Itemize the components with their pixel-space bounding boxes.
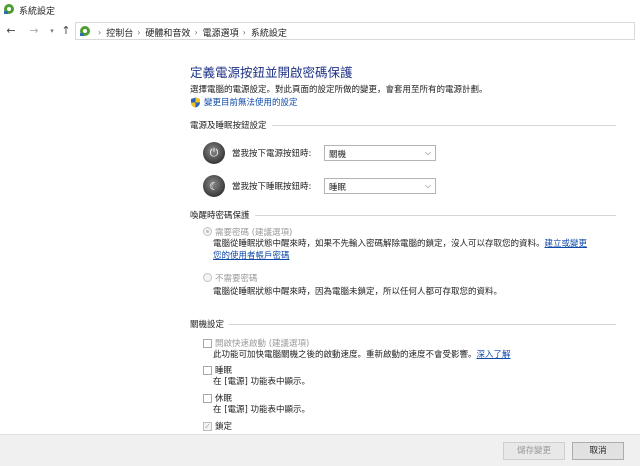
window-title: 系統設定 <box>19 7 56 17</box>
control-panel-icon <box>4 4 14 14</box>
navigation-bar: ← → ▾ ↑ › 控制台 › 硬體和音效 › 電源選項 › 系統設定 <box>0 20 640 44</box>
sleep-menu-checkbox[interactable] <box>203 365 212 375</box>
create-change-password-link[interactable]: 建立或變更 <box>545 239 588 249</box>
up-arrow-icon[interactable]: ↑ <box>60 25 72 37</box>
title-bar: 系統設定 <box>0 0 640 20</box>
require-password-option[interactable]: 需要密碼 (建議選項) <box>203 226 292 238</box>
power-button-select[interactable]: 關機 ⌵ <box>324 145 436 161</box>
breadcrumb-system-settings[interactable]: 系統設定 <box>251 26 287 39</box>
power-button-label: 當我按下電源按鈕時: <box>232 149 312 159</box>
admin-settings-link[interactable]: 變更目前無法使用的設定 <box>190 96 298 108</box>
lock-menu-option[interactable]: ✓ 鎖定 <box>203 420 232 432</box>
shutdown-group-header: 關機設定 <box>190 318 616 330</box>
no-password-description: 電腦從睡眠狀態中醒來時，因為電腦未鎖定，所以任何人都可存取您的資料。 <box>213 287 503 297</box>
divider <box>254 214 616 216</box>
address-bar[interactable]: › 控制台 › 硬體和音效 › 電源選項 › 系統設定 <box>75 22 635 40</box>
no-password-label: 不需要密碼 <box>215 274 258 284</box>
fast-startup-description-text: 此功能可加快電腦關機之後的啟動速度。重新啟動的速度不會受影響。 <box>213 350 477 360</box>
chevron-right-icon[interactable]: › <box>243 28 246 37</box>
breadcrumb: › 控制台 › 硬體和音效 › 電源選項 › 系統設定 <box>94 26 287 39</box>
recent-locations-chevron-icon[interactable]: ▾ <box>46 25 58 37</box>
lock-menu-checkbox[interactable]: ✓ <box>203 421 212 431</box>
page-title: 定義電源按鈕並開啟密碼保護 <box>190 65 353 80</box>
admin-settings-link-text[interactable]: 變更目前無法使用的設定 <box>204 96 298 108</box>
sleep-menu-label: 睡眠 <box>215 366 233 376</box>
hibernate-menu-checkbox[interactable] <box>203 393 212 403</box>
control-panel-icon <box>80 26 90 36</box>
require-password-radio[interactable] <box>203 227 212 236</box>
breadcrumb-hardware-sound[interactable]: 硬體和音效 <box>145 26 190 39</box>
sleep-button-row: ☾ 當我按下睡眠按鈕時: 睡眠 ⌵ <box>203 175 436 197</box>
sleep-menu-description: 在 [電源] 功能表中顯示。 <box>213 377 311 387</box>
fast-startup-option[interactable]: 開啟快速啟動 (建議選項) <box>203 337 309 349</box>
divider <box>271 124 616 126</box>
divider <box>229 323 616 325</box>
require-password-description-link-line: 您的使用者帳戶密碼 <box>213 250 290 262</box>
user-account-password-link[interactable]: 您的使用者帳戶密碼 <box>213 251 290 261</box>
require-password-label: 需要密碼 (建議選項) <box>215 228 293 238</box>
hibernate-menu-option[interactable]: 休眠 <box>203 392 232 404</box>
forward-arrow-icon[interactable]: → <box>28 25 40 37</box>
hibernate-menu-description: 在 [電源] 功能表中顯示。 <box>213 405 311 415</box>
wake-password-group-header: 喚醒時密碼保護 <box>190 209 616 221</box>
save-changes-button[interactable]: 儲存變更 <box>503 442 565 460</box>
sleep-button-select[interactable]: 睡眠 ⌵ <box>324 178 436 194</box>
wake-password-group-title: 喚醒時密碼保護 <box>190 211 250 221</box>
chevron-right-icon[interactable]: › <box>194 28 197 37</box>
breadcrumb-power-options[interactable]: 電源選項 <box>203 26 239 39</box>
power-icon: ⏻ <box>203 142 225 164</box>
back-arrow-icon[interactable]: ← <box>5 25 17 37</box>
uac-shield-icon <box>191 97 200 107</box>
shutdown-group-title: 關機設定 <box>190 320 225 330</box>
chevron-down-icon: ⌵ <box>424 148 431 157</box>
lock-menu-label: 鎖定 <box>215 422 233 432</box>
page-description: 選擇電腦的電源設定。對此頁面的設定所做的變更，會套用至所有的電源計劃。 <box>190 85 488 95</box>
chevron-down-icon: ⌵ <box>424 181 431 190</box>
no-password-radio[interactable] <box>203 273 212 282</box>
cancel-button[interactable]: 取消 <box>572 442 624 460</box>
fast-startup-checkbox[interactable] <box>203 338 212 348</box>
footer-bar: 儲存變更 取消 <box>0 434 640 466</box>
require-password-description-text: 電腦從睡眠狀態中醒來時，如果不先輸入密碼解除電腦的鎖定，沒人可以存取您的資料。 <box>213 239 545 249</box>
moon-icon: ☾ <box>203 175 225 197</box>
fast-startup-label: 開啟快速啟動 (建議選項) <box>215 339 310 349</box>
chevron-right-icon[interactable]: › <box>98 28 101 37</box>
require-password-description: 電腦從睡眠狀態中醒來時，如果不先輸入密碼解除電腦的鎖定，沒人可以存取您的資料。建… <box>213 238 587 250</box>
fast-startup-description: 此功能可加快電腦關機之後的啟動速度。重新啟動的速度不會受影響。深入了解 <box>213 349 511 361</box>
learn-more-link[interactable]: 深入了解 <box>477 350 511 360</box>
power-buttons-group-title: 電源及睡眠按鈕設定 <box>190 121 267 131</box>
power-buttons-group-header: 電源及睡眠按鈕設定 <box>190 119 616 131</box>
power-button-select-value: 關機 <box>329 150 347 160</box>
chevron-right-icon[interactable]: › <box>137 28 140 37</box>
hibernate-menu-label: 休眠 <box>215 394 233 404</box>
main-content: 定義電源按鈕並開啟密碼保護 選擇電腦的電源設定。對此頁面的設定所做的變更，會套用… <box>0 44 640 434</box>
no-password-option[interactable]: 不需要密碼 <box>203 272 258 284</box>
sleep-button-label: 當我按下睡眠按鈕時: <box>232 182 312 192</box>
sleep-menu-option[interactable]: 睡眠 <box>203 364 232 376</box>
breadcrumb-control-panel[interactable]: 控制台 <box>106 26 133 39</box>
power-button-row: ⏻ 當我按下電源按鈕時: 關機 ⌵ <box>203 142 436 164</box>
sleep-button-select-value: 睡眠 <box>329 183 347 193</box>
